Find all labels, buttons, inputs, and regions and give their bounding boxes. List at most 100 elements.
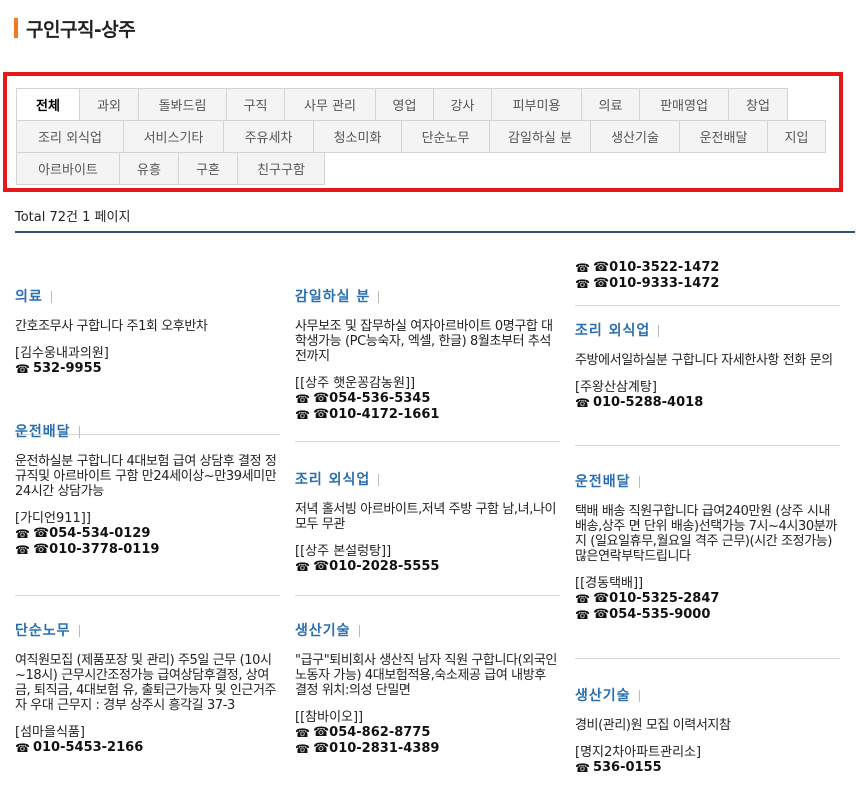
listing-company: [[참바이오]] [295,710,364,725]
phone-icon: ☎ [295,392,310,406]
tab-cooking-food[interactable]: 조리 외식업 [16,120,124,153]
listing-phone: ☎ 536-0155 [575,760,662,775]
tab-friends[interactable]: 친구구함 [237,152,325,185]
phone-icon: ☎ [575,608,590,622]
tab-care[interactable]: 돌봐드림 [138,88,227,121]
listing-description[interactable]: 저녁 홀서빙 아르바이트,저녁 주방 구함 남,녀,나이 모두 무관 [295,502,560,532]
list-divider [15,231,855,233]
phone-icon: ☎ [15,527,30,541]
tab-office-admin[interactable]: 사무 관리 [284,88,376,121]
listing-company: [명지2차아파트관리소] [575,745,702,760]
listing-phone: ☎ ☎010-3522-1472 [575,260,720,275]
phone-icon: ☎ [295,560,310,574]
tab-instructor[interactable]: 강사 [433,88,492,121]
listing-description[interactable]: 간호조무사 구합니다 주1회 오후반차 [15,319,280,334]
listing-item[interactable]: 운전배달 택배 배송 직원구합니다 급여240만원 (상주 시내배송,상주 면 … [575,471,840,659]
tab-part-time[interactable]: 아르바이트 [16,152,120,185]
phone-icon: ☎ [15,741,30,755]
listing-phone: ☎ ☎054-536-5345 [295,391,431,406]
listing-item[interactable]: 조리 외식업 저녁 홀서빙 아르바이트,저녁 주방 구함 남,녀,나이 모두 무… [295,469,560,596]
listing-phone: ☎ ☎010-9333-1472 [575,276,720,291]
phone-icon: ☎ [295,408,310,422]
phone-icon: ☎ [575,261,590,275]
title-accent-bar [14,18,18,38]
listing-category[interactable]: 운전배달 [575,471,840,491]
listing-phone: ☎ ☎054-534-0129 [15,526,151,541]
listing-phone: ☎ ☎010-2028-5555 [295,559,440,574]
tab-production[interactable]: 생산기술 [590,120,680,153]
listing-phone: ☎ ☎010-5325-2847 [575,591,720,606]
listing-item[interactable]: 생산기술 "급구"퇴비회사 생산직 남자 직원 구합니다(외국인 노동자 가능)… [295,620,560,757]
listing-category[interactable]: 조리 외식업 [575,320,840,340]
listing-description[interactable]: 주방에서일하실분 구합니다 자세한사항 전화 문의 [575,353,840,368]
tab-marriage[interactable]: 구혼 [178,152,238,185]
tab-skincare[interactable]: 피부미용 [491,88,582,121]
listing-item[interactable]: 생산기술 경비(관리)원 모집 이력서지참 [명지2차아파트관리소] ☎ 536-… [575,685,840,776]
listing-description[interactable]: 택배 배송 직원구합니다 급여240만원 (상주 시내배송,상주 면 단위 배송… [575,504,840,564]
listing-phone: ☎ 010-5288-4018 [575,395,704,410]
phone-icon: ☎ [15,362,30,376]
tab-gas-carwash[interactable]: 주유세차 [223,120,314,153]
listing-phone: ☎ ☎010-2831-4389 [295,741,440,756]
listing-category[interactable]: 운전배달 [15,421,280,441]
listing-description[interactable]: 여직원모집 (제품포장 및 관리) 주5일 근무 (10시~18시) 근무시간조… [15,653,280,713]
listing-company: [[경동택배]] [575,576,644,591]
listing-item-tail: ☎ ☎010-3522-1472 ☎ ☎010-9333-1472 [575,260,840,306]
listing-category[interactable]: 생산기술 [295,620,560,640]
total-count: Total 72건 1 페이지 [15,210,131,225]
listing-item[interactable]: 조리 외식업 주방에서일하실분 구합니다 자세한사항 전화 문의 [주왕산삼계탕… [575,320,840,446]
listing-description[interactable]: 경비(관리)원 모집 이력서지참 [575,718,840,733]
listing-separator [295,441,560,442]
phone-icon: ☎ [295,726,310,740]
tab-medical[interactable]: 의료 [581,88,640,121]
listing-item[interactable]: 단순노무 여직원모집 (제품포장 및 관리) 주5일 근무 (10시~18시) … [15,620,280,756]
tab-job-seeking[interactable]: 구직 [226,88,285,121]
listing-category[interactable]: 감일하실 분 [295,286,560,306]
tab-sales[interactable]: 영업 [375,88,434,121]
listing-item[interactable]: 감일하실 분 사무보조 및 잡무하실 여자아르바이트 0명구합 대학생가능 (P… [295,286,560,442]
tab-simple-labor[interactable]: 단순노무 [401,120,490,153]
listing-item[interactable]: 운전배달 운전하실분 구합니다 4대보험 급여 상담후 결정 정규직및 아르바이… [15,421,280,596]
phone-icon: ☎ [575,761,590,775]
listing-company: [[상주 본설렁탕]] [295,544,392,559]
tab-cleaning[interactable]: 청소미화 [313,120,402,153]
tab-owner-driver[interactable]: 지입 [767,120,826,153]
tab-delivery[interactable]: 운전배달 [679,120,768,153]
page-title-bar: 구인구직-상주 [14,17,136,41]
listing-separator [575,305,840,306]
phone-icon: ☎ [575,592,590,606]
listing-company: [주왕산삼계탕] [575,380,657,395]
listing-category[interactable]: 의료 [15,286,280,306]
category-row-3: 아르바이트 유흥 구혼 친구구함 [16,152,325,185]
listing-company: [섬마을식품] [15,725,85,740]
listing-description[interactable]: 운전하실분 구합니다 4대보험 급여 상담후 결정 정규직및 아르바이트 구함 … [15,454,280,499]
listing-description[interactable]: 사무보조 및 잡무하실 여자아르바이트 0명구합 대학생가능 (PC능숙자, 엑… [295,319,560,364]
listing-category[interactable]: 조리 외식업 [295,469,560,489]
tab-service-etc[interactable]: 서비스기타 [123,120,224,153]
phone-icon: ☎ [295,742,310,756]
tab-all[interactable]: 전체 [16,88,80,121]
phone-icon: ☎ [575,396,590,410]
tab-startup[interactable]: 창업 [728,88,788,121]
tab-persimmon-work[interactable]: 감일하실 분 [489,120,591,153]
listing-separator [575,445,840,446]
tab-entertainment[interactable]: 유흥 [119,152,179,185]
listing-phone: ☎ ☎054-862-8775 [295,725,431,740]
listing-phone: ☎ ☎010-4172-1661 [295,407,440,422]
listing-company: [[상주 햇운꽁감농원]] [295,376,416,391]
tab-tutoring[interactable]: 과외 [79,88,139,121]
listing-company: [가디언911]] [15,511,91,526]
listing-category[interactable]: 생산기술 [575,685,840,705]
category-row-2: 조리 외식업 서비스기타 주유세차 청소미화 단순노무 감일하실 분 생산기술 … [16,120,826,153]
tab-retail-sales[interactable]: 판매영업 [639,88,729,121]
listing-category[interactable]: 단순노무 [15,620,280,640]
phone-icon: ☎ [15,543,30,557]
listing-separator [295,595,560,596]
listing-phone: ☎ 010-5453-2166 [15,740,144,755]
listing-separator [575,658,840,659]
phone-icon: ☎ [575,277,590,291]
listing-item[interactable]: 의료 간호조무사 구합니다 주1회 오후반차 [김수웅내과의원] ☎ 532-99… [15,286,280,435]
category-row-1: 전체 과외 돌봐드림 구직 사무 관리 영업 강사 피부미용 의료 판매영업 창… [16,88,788,121]
listing-description[interactable]: "급구"퇴비회사 생산직 남자 직원 구합니다(외국인 노동자 가능) 4대보험… [295,653,560,698]
listing-phone: ☎ 532-9955 [15,361,102,376]
